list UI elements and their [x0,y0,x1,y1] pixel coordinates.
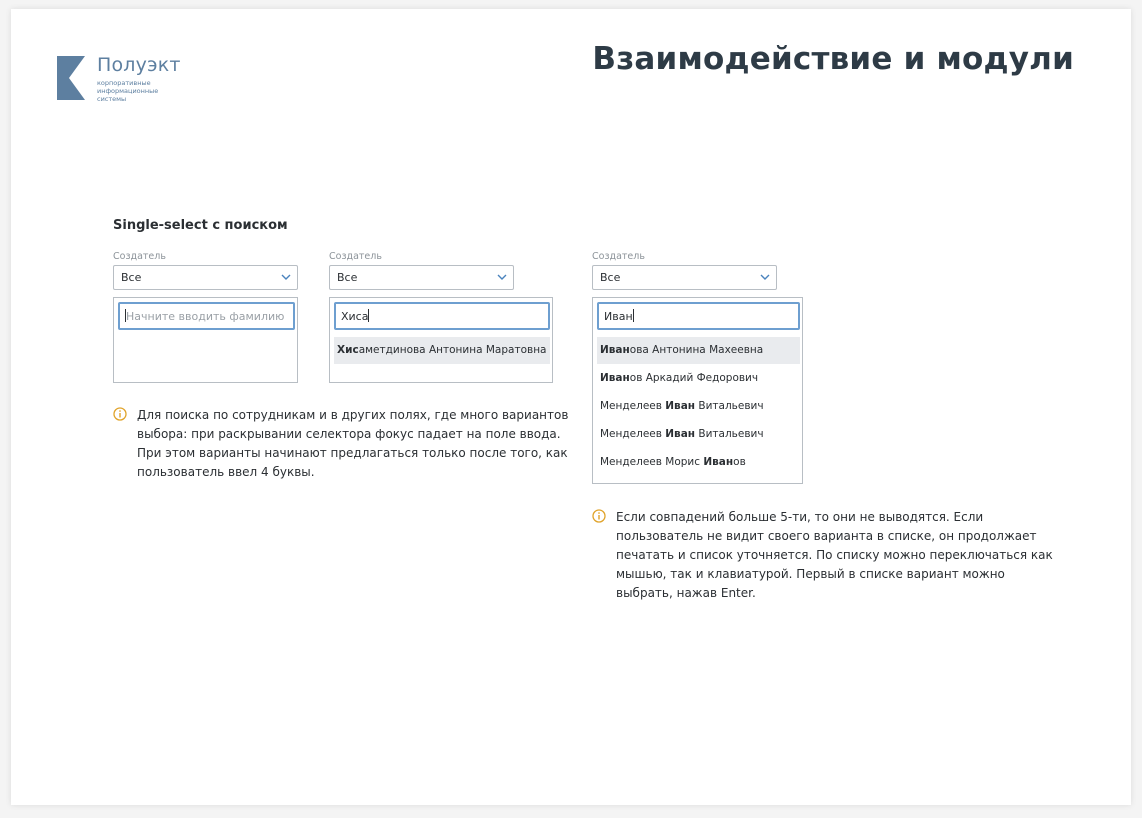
info-icon [592,509,606,523]
select-value: Все [337,271,358,284]
brand-name: Полуэкт [97,54,181,76]
text-caret [632,309,634,322]
text-caret [368,309,370,322]
info-icon [113,407,127,421]
selector-label: Создатель [329,251,382,262]
dropdown-panel: Начните вводить фамилию [113,297,298,383]
note-text: Если совпадений больше 5-ти, то они не в… [616,510,1053,600]
selector-label: Создатель [113,251,166,262]
search-input[interactable]: Иван [597,302,800,330]
option-item[interactable]: Хисаметдинова Антонина Маратовна [334,337,550,364]
search-value: Хиса [341,310,369,323]
option-item[interactable]: Менделеев Морис Иванов [597,449,800,476]
search-input[interactable]: Хиса [334,302,550,330]
dropdown-panel: Иван Иванова Антонина Махеевна Иванов Ар… [592,297,803,484]
chevron-down-icon [281,274,291,280]
select-value: Все [121,271,142,284]
search-input[interactable]: Начните вводить фамилию [118,302,295,330]
page-title: Взаимодействие и модули [592,41,1074,77]
selector-label: Создатель [592,251,645,262]
logo-mark-icon [57,56,85,100]
option-item[interactable]: Иванова Антонина Махеевна [597,337,800,364]
note-text: Для поиска по сотрудникам и в других пол… [137,408,569,479]
info-note-1: Для поиска по сотрудникам и в других пол… [113,406,568,486]
option-item[interactable]: Иванов Аркадий Федорович [597,365,800,392]
company-logo: Полуэкт корпоративные информационные сис… [57,54,237,114]
brand-tagline: корпоративные информационные системы [97,79,159,103]
select-dropdown[interactable]: Все [592,265,777,290]
select-dropdown[interactable]: Все [329,265,514,290]
select-value: Все [600,271,621,284]
option-item[interactable]: Менделеев Иван Витальевич [597,421,800,448]
dropdown-panel: Хиса Хисаметдинова Антонина Маратовна [329,297,553,383]
section-title: Single-select с поиском [113,218,288,233]
option-item[interactable]: Менделеев Иван Витальевич [597,393,800,420]
page-canvas: Полуэкт корпоративные информационные сис… [11,9,1131,805]
search-placeholder: Начните вводить фамилию [126,310,285,323]
search-value: Иван [604,310,633,323]
chevron-down-icon [497,274,507,280]
chevron-down-icon [760,274,770,280]
info-note-2: Если совпадений больше 5-ти, то они не в… [592,508,1053,608]
select-dropdown[interactable]: Все [113,265,298,290]
